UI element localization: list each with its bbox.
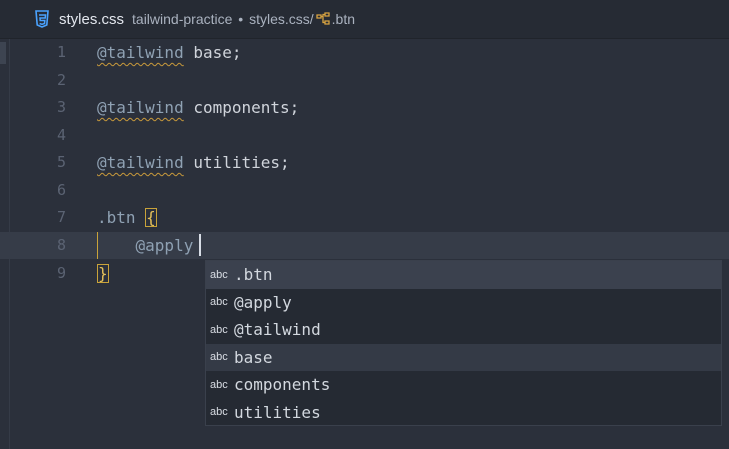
line-number: 4 xyxy=(56,125,66,144)
code-line[interactable]: 3 @tailwind components; xyxy=(0,94,729,121)
suggestion-item[interactable]: abc utilities xyxy=(206,399,721,427)
text-kind-icon: abc xyxy=(210,406,228,419)
code-line[interactable]: 2 xyxy=(0,67,729,94)
breadcrumb-file[interactable]: styles.css/ xyxy=(249,11,314,27)
breadcrumb-symbol[interactable]: .btn xyxy=(332,11,355,27)
breadcrumb-project[interactable]: tailwind-practice xyxy=(132,11,232,27)
code-text: utilities; xyxy=(183,153,290,172)
symbol-icon xyxy=(316,12,330,25)
text-kind-icon: abc xyxy=(210,323,228,336)
line-number: 8 xyxy=(56,236,66,254)
at-rule: @tailwind xyxy=(97,98,184,117)
suggestion-item[interactable]: abc @apply xyxy=(206,289,721,317)
text-kind-icon: abc xyxy=(210,296,228,309)
at-rule: @tailwind xyxy=(97,153,184,172)
suggestion-item[interactable]: abc components xyxy=(206,371,721,399)
apply-directive: @apply xyxy=(135,236,194,255)
suggestion-label: utilities xyxy=(234,402,321,422)
suggestion-item[interactable]: abc @tailwind xyxy=(206,316,721,344)
breadcrumb: tailwind-practice • styles.css/ .btn xyxy=(132,11,355,27)
line-number: 6 xyxy=(56,180,66,199)
code-line[interactable]: 7 .btn { xyxy=(0,204,729,231)
close-brace: } xyxy=(97,263,109,283)
at-rule: @tailwind xyxy=(97,43,184,62)
text-cursor xyxy=(199,234,202,256)
suggestion-label: @apply xyxy=(234,292,292,312)
suggestion-label: base xyxy=(234,347,273,367)
css-selector: .btn xyxy=(97,208,136,227)
line-number: 1 xyxy=(56,43,66,61)
autocomplete-dropdown[interactable]: abc .btn abc @apply abc @tailwind abc ba… xyxy=(205,260,722,426)
line-number: 3 xyxy=(56,98,66,116)
line-number: 2 xyxy=(56,70,66,89)
css-file-icon xyxy=(35,10,49,28)
code-text: base; xyxy=(183,43,242,62)
code-line[interactable]: 6 xyxy=(0,177,729,204)
current-code-line[interactable]: 8 @apply xyxy=(0,232,729,259)
open-brace: { xyxy=(145,208,157,227)
suggestion-label: components xyxy=(234,375,331,395)
code-line[interactable]: 4 xyxy=(0,122,729,149)
window-title-filename: styles.css xyxy=(59,10,125,28)
code-text: components; xyxy=(183,98,300,117)
suggestion-item[interactable]: abc base xyxy=(206,343,721,371)
line-number: 9 xyxy=(56,263,66,282)
title-bar: styles.css tailwind-practice • styles.cs… xyxy=(0,0,729,39)
code-line[interactable]: 5 @tailwind utilities; xyxy=(0,149,729,176)
line-number: 5 xyxy=(56,153,66,171)
code-line[interactable]: 1 @tailwind base; xyxy=(0,39,729,66)
suggestion-label: .btn xyxy=(234,265,273,285)
suggestion-label: @tailwind xyxy=(234,320,321,340)
line-number: 7 xyxy=(56,208,66,226)
breadcrumb-separator: • xyxy=(238,11,244,27)
text-kind-icon: abc xyxy=(210,268,228,281)
text-kind-icon: abc xyxy=(210,351,228,364)
text-kind-icon: abc xyxy=(210,378,228,391)
suggestion-item[interactable]: abc .btn xyxy=(206,261,721,289)
